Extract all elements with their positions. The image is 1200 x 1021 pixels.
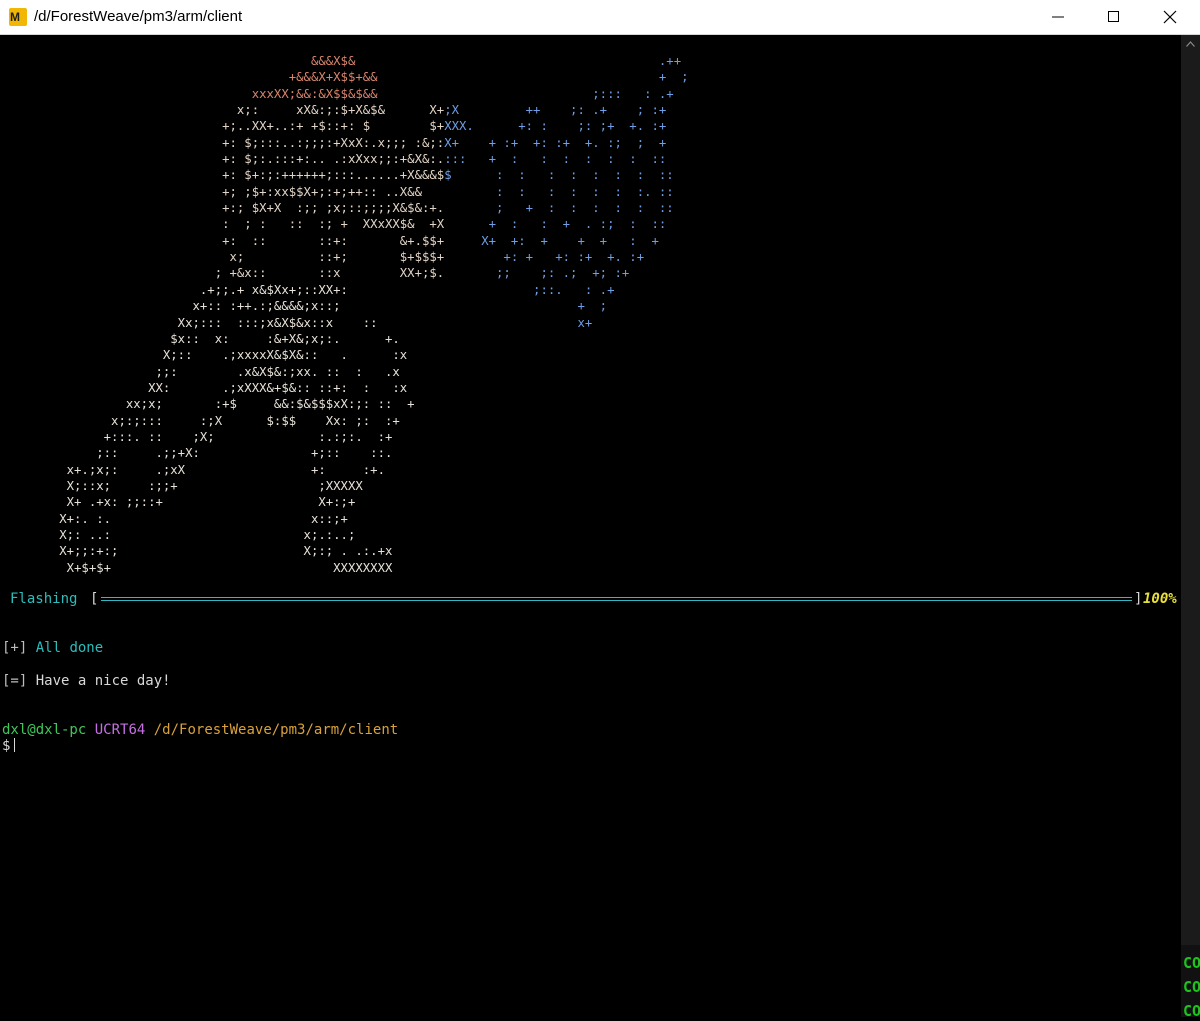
prompt-line: dxl@dxl-pc UCRT64 /d/ForestWeave/pm3/arm… <box>2 722 398 738</box>
app-icon[interactable]: M <box>9 8 27 26</box>
chevron-up-icon <box>1186 41 1195 47</box>
progress-label: Flashing <box>10 591 78 607</box>
text-cursor <box>14 738 16 752</box>
progress-track <box>101 597 1132 601</box>
edge-text: CO <box>1183 954 1200 972</box>
close-icon <box>1163 10 1177 24</box>
progress-percent: 100% <box>1143 591 1177 607</box>
bye-line: [=] Have a nice day! <box>2 673 171 689</box>
scroll-up-button[interactable] <box>1181 35 1200 54</box>
title-bar: M /d/ForestWeave/pm3/arm/client <box>0 0 1200 35</box>
done-tag: [+] <box>2 640 28 656</box>
ascii-art-logo: &&&X$& .++ +&&&X+X$$+&& + ; xxxXX;&&:&X$… <box>0 54 689 575</box>
command-input-line[interactable]: $ <box>2 738 16 754</box>
done-line: [+] All done <box>2 640 103 656</box>
prompt-user: dxl@dxl-pc <box>2 722 87 738</box>
bye-tag: [=] <box>2 673 28 689</box>
prompt-symbol: $ <box>2 738 11 754</box>
progress-bar-fill <box>101 597 1132 601</box>
maximize-icon <box>1108 11 1119 22</box>
flash-progress: Flashing [ ] 100% <box>10 590 1180 608</box>
minimize-icon <box>1052 16 1064 18</box>
terminal-area[interactable]: &&&X$& .++ +&&&X+X$$+&& + ; xxxXX;&&:&X$… <box>0 35 1181 1017</box>
edge-text: CO <box>1183 978 1200 996</box>
minimize-button[interactable] <box>1030 0 1086 34</box>
close-button[interactable] <box>1142 0 1198 34</box>
window-title: /d/ForestWeave/pm3/arm/client <box>34 8 243 25</box>
edge-text: CO <box>1183 1002 1200 1020</box>
prompt-env: UCRT64 <box>94 722 146 738</box>
progress-bracket-open: [ <box>90 591 99 607</box>
maximize-button[interactable] <box>1086 0 1142 34</box>
done-text: All done <box>35 640 104 656</box>
vertical-scrollbar[interactable]: CO CO CO <box>1181 35 1200 1020</box>
prompt-path: /d/ForestWeave/pm3/arm/client <box>153 722 399 738</box>
app-icon-letter: M <box>10 10 20 24</box>
progress-bracket-close: ] <box>1134 591 1143 607</box>
bye-text: Have a nice day! <box>35 673 171 689</box>
